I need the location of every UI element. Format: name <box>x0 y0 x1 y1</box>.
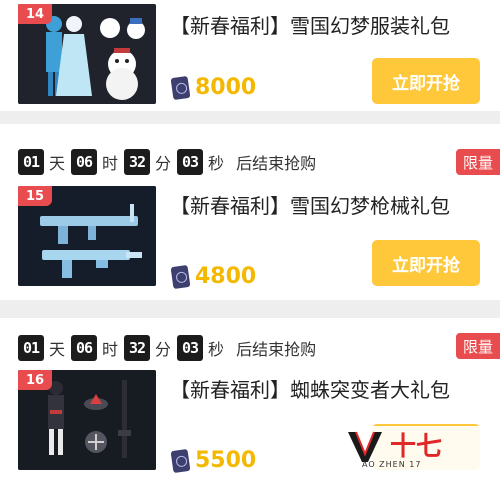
product-title: 【新春福利】雪国幻梦枪械礼包 <box>170 194 450 218</box>
timer-second-unit: 秒 <box>208 340 225 359</box>
price-value: 8000 <box>195 75 257 100</box>
coin-icon <box>170 448 191 473</box>
product-card-15: 01 天 06 时 32 分 03 秒 后结束抢购 限量 15 【新春福利】雪国… <box>0 124 500 300</box>
price-value: 4800 <box>195 264 257 289</box>
price-display: 4800 <box>170 264 257 289</box>
product-image-snow-outfit[interactable]: 14 <box>18 4 156 104</box>
product-number-badge: 14 <box>18 4 52 24</box>
watermark-subtitle: AO ZHEN 17 <box>362 460 422 469</box>
buy-now-button[interactable]: 立即开抢 <box>372 58 480 104</box>
watermark-text: 十七 <box>390 432 443 462</box>
countdown-timer: 01 天 06 时 32 分 03 秒 后结束抢购 <box>18 149 316 175</box>
product-card-14: 14 【新春福利】雪国幻梦服装礼包 8000 立即开抢 <box>0 0 500 111</box>
product-number-badge: 15 <box>18 186 52 206</box>
limited-badge: 限量 <box>456 149 500 175</box>
watermark-logo-icon <box>348 431 382 462</box>
timer-seconds: 03 <box>177 335 204 361</box>
timer-days: 01 <box>18 149 44 175</box>
price-display: 8000 <box>170 75 257 100</box>
timer-seconds: 03 <box>177 149 204 175</box>
product-title: 【新春福利】蜘蛛突变者大礼包 <box>170 378 450 402</box>
timer-minute-unit: 分 <box>155 340 172 359</box>
timer-suffix: 后结束抢购 <box>236 340 317 359</box>
timer-suffix: 后结束抢购 <box>236 154 317 173</box>
price-value: 5500 <box>195 448 257 473</box>
watermark: 十七 AO ZHEN 17 <box>342 426 486 470</box>
timer-days: 01 <box>18 335 44 361</box>
product-number-badge: 16 <box>18 370 52 390</box>
timer-minutes: 32 <box>124 335 151 361</box>
timer-day-unit: 天 <box>49 154 66 173</box>
buy-now-button[interactable]: 立即开抢 <box>372 240 480 286</box>
timer-hour-unit: 时 <box>102 154 119 173</box>
timer-hours: 06 <box>71 149 98 175</box>
timer-minutes: 32 <box>124 149 151 175</box>
countdown-timer: 01 天 06 时 32 分 03 秒 后结束抢购 <box>18 335 316 361</box>
coin-icon <box>170 264 191 289</box>
product-image-snow-weapons[interactable]: 15 <box>18 186 156 286</box>
limited-badge: 限量 <box>456 333 500 359</box>
price-display: 5500 <box>170 448 257 473</box>
timer-hour-unit: 时 <box>102 340 119 359</box>
timer-minute-unit: 分 <box>155 154 172 173</box>
product-title: 【新春福利】雪国幻梦服装礼包 <box>170 14 450 38</box>
timer-hours: 06 <box>71 335 98 361</box>
coin-icon <box>170 75 191 100</box>
timer-day-unit: 天 <box>49 340 66 359</box>
timer-second-unit: 秒 <box>208 154 225 173</box>
product-image-spider-mutant[interactable]: 16 <box>18 370 156 470</box>
